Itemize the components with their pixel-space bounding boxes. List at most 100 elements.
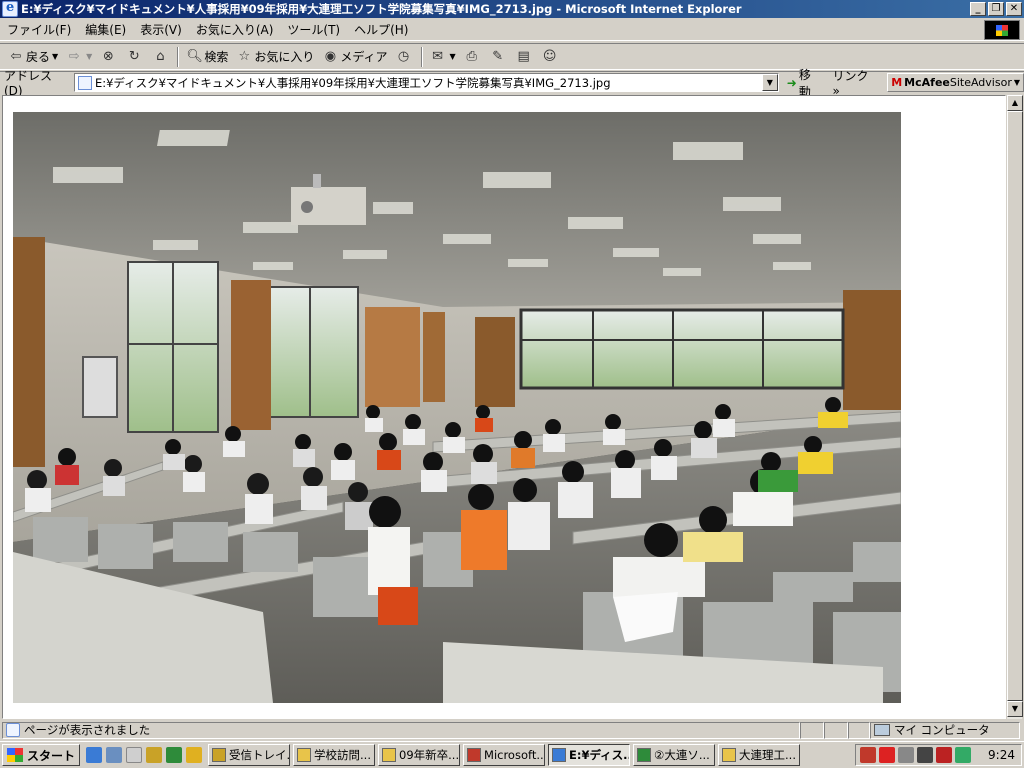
status-message: ページが表示されました [24, 723, 151, 737]
status-empty-cell [824, 721, 848, 739]
taskbar-button[interactable]: 学校訪問... [293, 744, 376, 766]
ie-quicklaunch-icon[interactable] [86, 747, 103, 763]
menu-view[interactable]: 表示(V) [133, 21, 189, 38]
displayed-photo [13, 112, 901, 703]
toolbar-separator [420, 46, 423, 67]
search-label: 検索 [204, 50, 229, 64]
app-quicklaunch-icon[interactable] [146, 747, 163, 763]
taskbar-button[interactable]: Microsoft... [463, 744, 546, 766]
mail-button[interactable]: ✉ ▼ [426, 46, 460, 68]
start-label: スタート [27, 748, 76, 763]
vertical-scrollbar[interactable]: ▲ ▼ [1006, 95, 1023, 719]
taskbar-button[interactable]: 大連理工... [718, 744, 801, 766]
task-label: 学校訪問... [314, 748, 371, 762]
print-button[interactable]: ⎙ [460, 46, 486, 68]
links-button[interactable]: リンク » [833, 67, 880, 98]
security-zone-label: マイ コンピュータ [894, 723, 990, 737]
menu-favorites[interactable]: お気に入り(A) [189, 21, 281, 38]
page-icon [77, 75, 92, 90]
mcafee-product: SiteAdvisor [949, 76, 1012, 89]
status-message-cell: ページが表示されました [2, 721, 800, 739]
clock[interactable]: 9:24 [988, 748, 1015, 762]
task-label: 受信トレイ... [229, 748, 291, 762]
status-empty-cell [848, 721, 870, 739]
mcafee-dropdown-icon: ▼ [1013, 78, 1020, 87]
favorites-button[interactable]: ☆ お気に入り [232, 46, 318, 68]
status-empty-cell [800, 721, 824, 739]
edit-button[interactable]: ✎ [486, 46, 512, 68]
scroll-thumb[interactable] [1007, 111, 1023, 701]
forward-arrow-icon: ⇨ [68, 48, 80, 64]
mcafee-tray-icon[interactable] [879, 747, 896, 763]
menu-file[interactable]: ファイル(F) [0, 21, 78, 38]
back-label: 戻る [26, 50, 51, 64]
media-label: メディア [340, 50, 388, 64]
address-value[interactable]: E:¥ディスク¥マイドキュメント¥人事採用¥09年採用¥大連理工ソフト学院募集写… [95, 75, 762, 91]
forward-dropdown-icon[interactable]: ▼ [86, 52, 92, 61]
mcafee-shield-icon: M [891, 76, 903, 89]
mail-dropdown-icon[interactable]: ▼ [450, 52, 456, 61]
menu-help[interactable]: ヘルプ(H) [347, 21, 415, 38]
back-dropdown-icon[interactable]: ▼ [52, 52, 58, 61]
close-button[interactable]: ✕ [1006, 2, 1022, 16]
home-icon: ⌂ [156, 48, 165, 64]
network-tray-icon[interactable] [917, 747, 934, 763]
status-bar: ページが表示されました マイ コンピュータ [0, 720, 1024, 740]
ie-icon [2, 0, 18, 17]
discuss-button[interactable]: ▤ [512, 46, 538, 68]
mcafee-brand: McAfee [904, 76, 950, 89]
task-label: ②大連ソ... [654, 748, 710, 762]
task-label: Microsoft... [484, 748, 546, 762]
scroll-up-button[interactable]: ▲ [1007, 95, 1023, 111]
security-tray-icon[interactable] [936, 747, 953, 763]
taskbar-button[interactable]: ②大連ソ... [633, 744, 716, 766]
outlook-quicklaunch-icon[interactable] [106, 747, 123, 763]
refresh-button[interactable]: ↻ [122, 46, 148, 68]
menu-edit[interactable]: 編集(E) [78, 21, 133, 38]
app-quicklaunch-icon[interactable] [166, 747, 183, 763]
messenger-button[interactable]: ☺ [538, 46, 564, 68]
address-dropdown-icon[interactable]: ▼ [761, 74, 778, 91]
taskbar: スタート 受信トレイ... 学校訪問... 09年新卒... Microsoft...… [0, 741, 1024, 768]
media-icon: ◉ [324, 48, 337, 64]
security-zone-cell: マイ コンピュータ [870, 721, 1020, 739]
address-input[interactable]: E:¥ディスク¥マイドキュメント¥人事採用¥09年採用¥大連理工ソフト学院募集写… [73, 73, 779, 92]
pen-tray-icon[interactable] [898, 747, 915, 763]
task-label: E:¥ディス... [569, 748, 631, 762]
task-app-icon [297, 748, 312, 762]
taskbar-button[interactable]: 09年新卒... [378, 744, 461, 766]
taskbar-button[interactable]: E:¥ディス... [548, 744, 631, 766]
favorites-icon: ☆ [238, 48, 251, 64]
menu-tools[interactable]: ツール(T) [280, 21, 347, 38]
window-title: E:¥ディスク¥マイドキュメント¥人事採用¥09年採用¥大連理工ソフト学院募集写… [21, 2, 742, 16]
tray-icon[interactable] [955, 747, 972, 763]
menu-bar: ファイル(F) 編集(E) 表示(V) お気に入り(A) ツール(T) ヘルプ(… [0, 19, 1024, 41]
task-app-icon [382, 748, 397, 762]
task-app-icon [722, 748, 737, 762]
stop-button[interactable]: ⊗ [96, 46, 122, 68]
edit-icon: ✎ [492, 48, 504, 64]
start-button[interactable]: スタート [2, 744, 81, 766]
task-label: 09年新卒... [399, 748, 460, 762]
windows-flag-icon [7, 748, 23, 762]
restore-button[interactable]: ❐ [988, 2, 1004, 16]
history-button[interactable]: ◷ [392, 46, 418, 68]
desktop-quicklaunch-icon[interactable] [126, 747, 143, 763]
home-button[interactable]: ⌂ [148, 46, 174, 68]
back-button[interactable]: ⇦ 戻る ▼ [4, 46, 62, 68]
app-quicklaunch-icon[interactable] [186, 747, 203, 763]
media-button[interactable]: ◉ メディア [318, 46, 391, 68]
search-button[interactable]: 🔍︎ 検索 [182, 46, 232, 68]
mcafee-siteadvisor-button[interactable]: M McAfee SiteAdvisor ▼ [887, 73, 1024, 92]
windows-logo-icon [984, 20, 1020, 40]
refresh-icon: ↻ [128, 48, 140, 64]
task-app-icon [212, 748, 227, 762]
tray-icon[interactable] [860, 747, 877, 763]
quick-launch [86, 747, 203, 763]
scroll-down-button[interactable]: ▼ [1007, 701, 1023, 717]
forward-button[interactable]: ⇨ ▼ [62, 46, 96, 68]
messenger-icon: ☺ [542, 48, 557, 64]
minimize-button[interactable]: _ [970, 2, 986, 16]
taskbar-button[interactable]: 受信トレイ... [208, 744, 291, 766]
discuss-icon: ▤ [517, 48, 530, 64]
